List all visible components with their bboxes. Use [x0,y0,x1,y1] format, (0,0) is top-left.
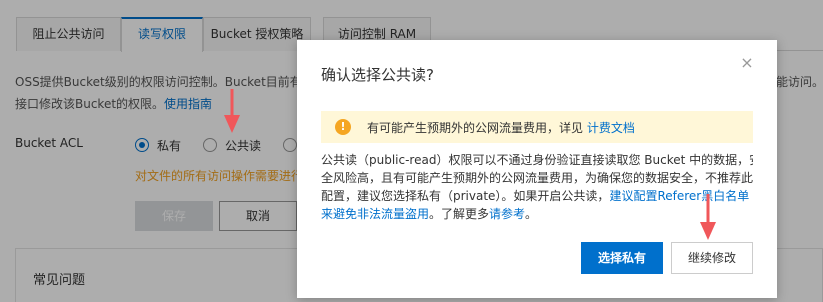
confirm-public-read-dialog: 确认选择公共读? × ! 有可能产生预期外的公网流量费用，详见 计费文档 公共读… [297,40,777,298]
body-line-2: 全风险高，且有可能产生预期外的公网流量费用，为确保您的数据安全，不推荐此 [321,171,753,185]
dialog-body: 公共读（public-read）权限可以不通过身份验证直接读取您 Bucket … [321,151,753,223]
billing-doc-link[interactable]: 计费文档 [587,121,635,135]
choose-private-button[interactable]: 选择私有 [581,242,663,274]
referer-config-link[interactable]: 建议配置Referer黑白名单 [609,189,749,203]
fee-notice: ! 有可能产生预期外的公网流量费用，详见 计费文档 [321,111,753,143]
body-line-3: 配置，建议您选择私有（private）。如果开启公共读， [321,189,610,203]
body-line-4-end: 。 [525,207,538,221]
close-icon[interactable]: × [739,55,755,71]
avoid-traffic-theft-link[interactable]: 来避免非法流量盗用 [321,207,429,221]
annotation-arrow-icon [224,89,240,133]
continue-modify-button[interactable]: 继续修改 [671,242,753,274]
body-line-4-text: 。了解更多 [429,207,490,221]
dialog-title: 确认选择公共读? [321,66,434,84]
body-line-1: 公共读（public-read）权限可以不通过身份验证直接读取您 Bucket … [321,153,753,167]
annotation-arrow-icon [700,194,716,240]
warning-icon: ! [335,119,351,135]
notice-text: 有可能产生预期外的公网流量费用，详见 [367,121,584,135]
reference-link[interactable]: 请参考 [489,207,525,221]
